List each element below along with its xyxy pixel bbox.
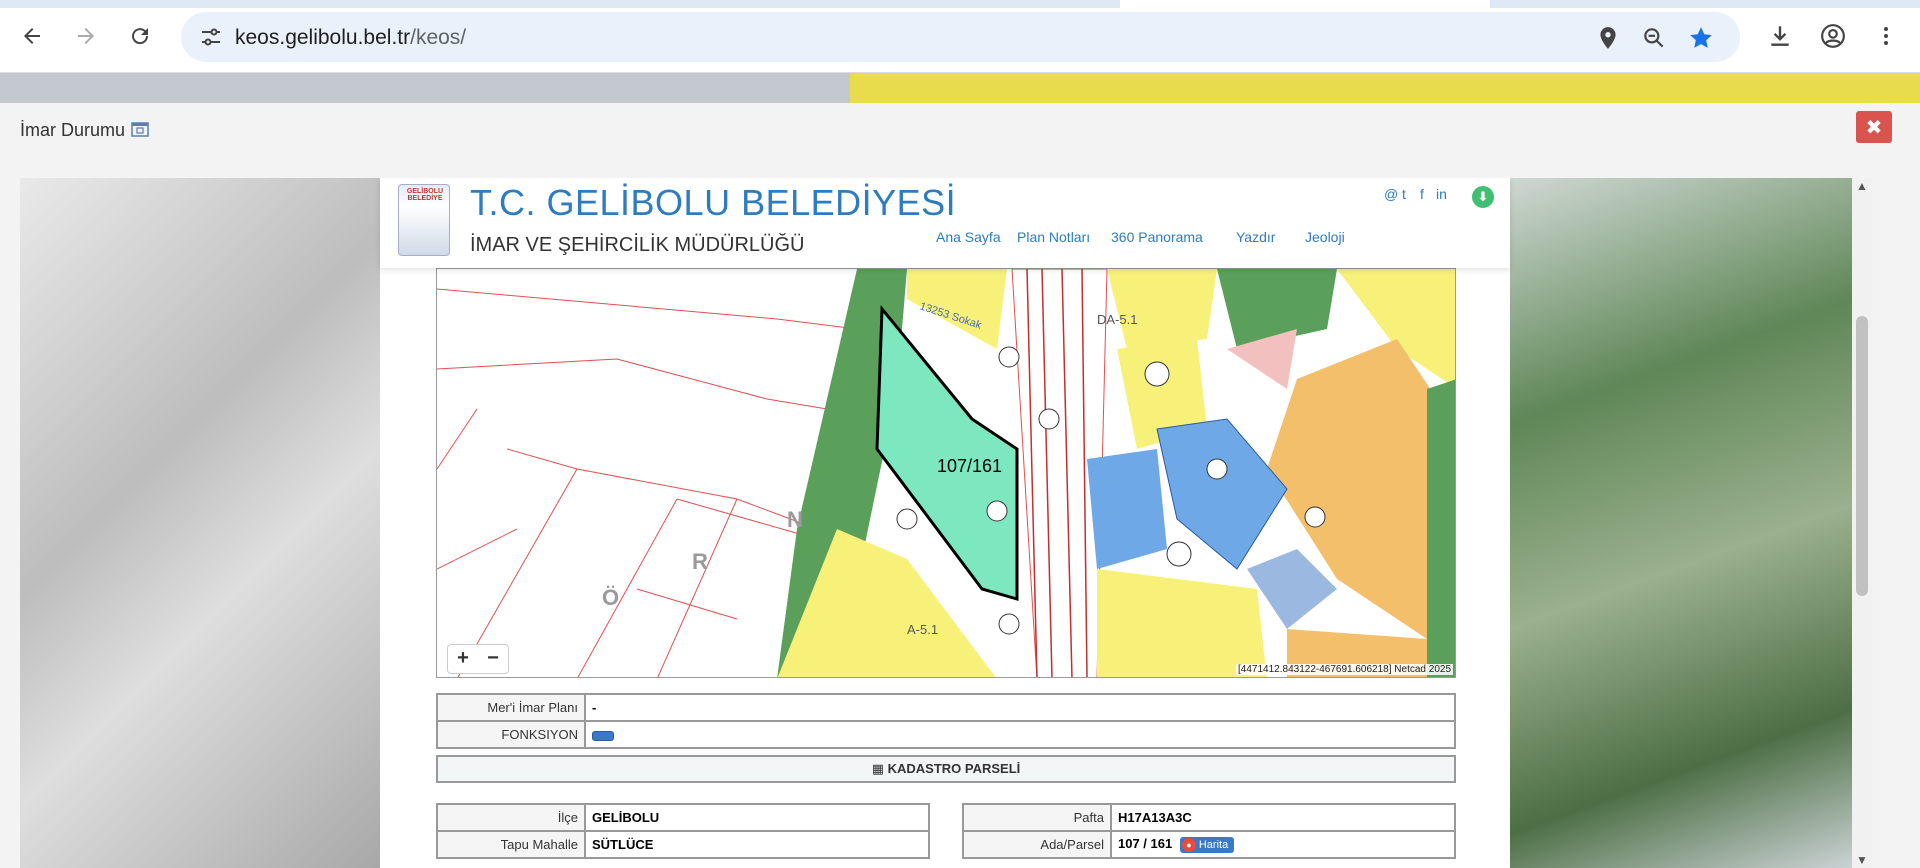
nav-360-panorama[interactable]: 360 Panorama bbox=[1111, 229, 1203, 245]
zoom-out-icon[interactable] bbox=[1641, 25, 1667, 51]
table-row: FONKSIYON bbox=[436, 720, 1456, 749]
scroll-down-icon[interactable]: ▼ bbox=[1856, 854, 1868, 866]
mahalle-value: SÜTLÜCE bbox=[584, 830, 930, 859]
map-letter-r: R bbox=[692, 549, 708, 574]
plan-label: Mer'i İmar Planı bbox=[436, 693, 586, 722]
kadastro-header: ▦ KADASTRO PARSELİ bbox=[436, 755, 1456, 783]
municipality-logo: GELİBOLU BELEDİYE bbox=[398, 184, 450, 256]
background-map bbox=[850, 73, 1920, 103]
plan-table: Mer'i İmar Planı - FONKSIYON bbox=[436, 693, 1456, 749]
pafta-label: Pafta bbox=[962, 803, 1112, 832]
zoning-map[interactable]: 107/161 13253 Sokak Ö R N A-5.1 DA-5.1 +… bbox=[436, 268, 1456, 678]
zoom-out-button[interactable]: − bbox=[478, 645, 508, 673]
url-path: /keos/ bbox=[410, 26, 467, 49]
logo-text: GELİBOLU BELEDİYE bbox=[406, 188, 444, 202]
zone-label-da51: DA-5.1 bbox=[1097, 312, 1137, 327]
nav-jeoloji[interactable]: Jeoloji bbox=[1305, 229, 1345, 245]
ada-parsel-cell: 107 / 161 ● Harita bbox=[1110, 830, 1456, 859]
report-panel: GELİBOLU BELEDİYE T.C. GELİBOLU BELEDİYE… bbox=[380, 178, 1510, 868]
scroll-thumb[interactable] bbox=[1856, 316, 1868, 596]
plan-value: - bbox=[584, 693, 1456, 722]
facebook-icon[interactable]: f bbox=[1420, 186, 1424, 202]
table-row: Ada/Parsel 107 / 161 ● Harita bbox=[962, 830, 1456, 859]
map-coordinates: [4471412.843122-467691.606218] Netcad 20… bbox=[1236, 664, 1453, 675]
scroll-up-icon[interactable]: ▲ bbox=[1856, 180, 1868, 192]
address-bar[interactable]: keos.gelibolu.bel.tr/keos/ bbox=[181, 12, 1740, 62]
table-row: Tapu Mahalle SÜTLÜCE bbox=[436, 830, 930, 859]
close-button[interactable]: ✖ bbox=[1856, 111, 1892, 143]
nav-yazdir[interactable]: Yazdır bbox=[1236, 229, 1275, 245]
browser-toolbar: keos.gelibolu.bel.tr/keos/ bbox=[0, 0, 1920, 73]
grid-icon: ▦ bbox=[871, 761, 888, 776]
harita-button[interactable]: ● Harita bbox=[1179, 836, 1235, 853]
map-zoom-control: + − bbox=[447, 644, 509, 674]
email-icon[interactable]: @ bbox=[1384, 186, 1398, 202]
parcel-label: 107/161 bbox=[937, 456, 1002, 476]
kadastro-right-table: Pafta H17A13A3C Ada/Parsel 107 / 161 ● Ha… bbox=[962, 803, 1456, 859]
table-row: Pafta H17A13A3C bbox=[962, 803, 1456, 832]
forward-icon[interactable] bbox=[68, 18, 104, 54]
decor-image-right bbox=[1510, 178, 1868, 868]
modal-content: GELİBOLU BELEDİYE T.C. GELİBOLU BELEDİYE… bbox=[20, 178, 1868, 868]
map-letter-o: Ö bbox=[602, 585, 619, 610]
background-page bbox=[0, 73, 1920, 103]
report-header: GELİBOLU BELEDİYE T.C. GELİBOLU BELEDİYE… bbox=[380, 178, 1510, 268]
kadastro-title: KADASTRO PARSELİ bbox=[887, 761, 1021, 776]
nav-ana-sayfa[interactable]: Ana Sayfa bbox=[936, 229, 1001, 245]
url-text[interactable]: keos.gelibolu.bel.tr/keos/ bbox=[235, 26, 466, 50]
table-row: İlçe GELİBOLU bbox=[436, 803, 930, 832]
ada-parsel-value: 107 / 161 bbox=[1118, 836, 1173, 852]
pafta-value: H17A13A3C bbox=[1110, 803, 1456, 832]
map-letter-n: N bbox=[787, 507, 803, 532]
brand-subtitle: İMAR VE ŞEHİRCİLİK MÜDÜRLÜĞÜ bbox=[470, 234, 805, 256]
ada-parsel-label: Ada/Parsel bbox=[962, 830, 1112, 859]
brand-title: T.C. GELİBOLU BELEDİYESİ bbox=[470, 182, 957, 223]
modal-scrollbar[interactable]: ▲ ▼ bbox=[1852, 178, 1872, 868]
back-icon[interactable] bbox=[14, 18, 50, 54]
url-host: keos.gelibolu.bel.tr bbox=[235, 26, 411, 49]
tab-strip bbox=[0, 0, 1920, 8]
table-row: Mer'i İmar Planı - bbox=[436, 693, 1456, 722]
decor-image-left bbox=[20, 178, 380, 868]
twitter-icon[interactable]: t bbox=[1402, 186, 1406, 202]
site-settings-icon[interactable] bbox=[199, 25, 223, 49]
mahalle-label: Tapu Mahalle bbox=[436, 830, 586, 859]
more-icon[interactable] bbox=[1868, 18, 1904, 54]
harita-label: Harita bbox=[1198, 838, 1229, 851]
location-icon[interactable] bbox=[1595, 25, 1621, 51]
download-report-icon[interactable]: ⬇ bbox=[1472, 186, 1494, 208]
zoom-in-button[interactable]: + bbox=[448, 645, 478, 673]
zone-label-a51: A-5.1 bbox=[907, 622, 938, 637]
ilce-value: GELİBOLU bbox=[584, 803, 930, 832]
window-restore-icon[interactable] bbox=[130, 119, 150, 139]
modal-title: İmar Durumu bbox=[20, 120, 126, 140]
active-tab-edge[interactable] bbox=[1120, 0, 1490, 8]
linkedin-icon[interactable]: in bbox=[1436, 186, 1447, 202]
reload-icon[interactable] bbox=[122, 18, 158, 54]
fonksiyon-label: FONKSIYON bbox=[436, 720, 586, 749]
fonksiyon-swatch bbox=[592, 730, 614, 741]
map-canvas[interactable]: 107/161 13253 Sokak Ö R N A-5.1 DA-5.1 bbox=[437, 269, 1456, 678]
fonksiyon-value bbox=[584, 720, 1456, 749]
nav-plan-notlari[interactable]: Plan Notları bbox=[1017, 229, 1090, 245]
imar-durumu-modal: İmar Durumu ✖ GELİBOLU BELEDİYE T.C. GEL… bbox=[0, 103, 1920, 868]
ilce-label: İlçe bbox=[436, 803, 586, 832]
download-icon[interactable] bbox=[1762, 18, 1798, 54]
account-icon[interactable] bbox=[1815, 18, 1851, 54]
background-toolbar bbox=[0, 73, 850, 103]
kadastro-left-table: İlçe GELİBOLU Tapu Mahalle SÜTLÜCE bbox=[436, 803, 930, 859]
bookmark-star-icon[interactable] bbox=[1688, 25, 1714, 51]
map-marker-icon: ● bbox=[1181, 837, 1196, 852]
